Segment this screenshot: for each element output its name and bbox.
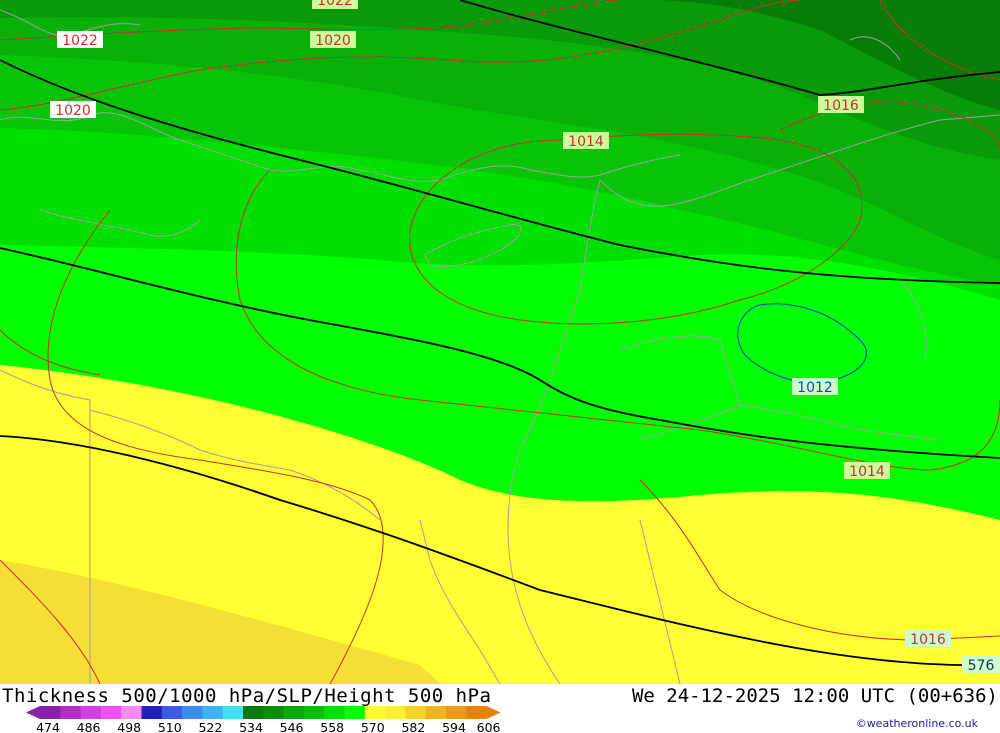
footer: Thickness 500/1000 hPa/SLP/Height 500 hP… — [0, 684, 1000, 733]
legend-tick-label: 606 — [477, 720, 501, 733]
legend-swatch — [263, 706, 285, 719]
legend-swatch — [324, 706, 345, 719]
legend-tick-label: 498 — [117, 720, 141, 733]
legend-swatch — [222, 706, 244, 719]
legend-swatch — [283, 706, 305, 719]
legend-tick-label: 582 — [401, 720, 425, 733]
isobar-label: 1016 — [910, 632, 946, 648]
legend-tick-label: 522 — [198, 720, 222, 733]
color-legend: 474 486 498 510 522 534 546 558 570 582 594 606 — [26, 706, 501, 733]
legend-swatch — [60, 706, 82, 719]
isobar-label: 1016 — [823, 98, 859, 114]
credit-link[interactable]: ©weatheronline.co.uk — [856, 717, 978, 730]
legend-tick-label: 474 — [36, 720, 60, 733]
legend-swatch — [243, 706, 264, 719]
legend-arrow-right — [486, 706, 501, 719]
legend-swatch — [466, 706, 488, 719]
legend-swatch — [40, 706, 61, 719]
legend-swatch — [344, 706, 366, 719]
isobar-label: 1014 — [568, 134, 604, 150]
legend-swatch — [405, 706, 427, 719]
legend-swatch — [425, 706, 447, 719]
legend-swatch — [141, 706, 163, 719]
legend-swatch — [121, 706, 142, 719]
isobar-label: 1022 — [62, 33, 98, 49]
legend-swatch — [182, 706, 203, 719]
legend-tick-label: 546 — [280, 720, 304, 733]
weather-map: 1022 1022 1020 1020 1014 1016 1012 1014 … — [0, 0, 1000, 684]
legend-tick-label: 594 — [442, 720, 466, 733]
legend-swatch — [364, 706, 386, 719]
legend-swatch — [446, 706, 467, 719]
legend-swatch — [161, 706, 183, 719]
legend-tick-label: 558 — [320, 720, 344, 733]
valid-time: We 24-12-2025 12:00 UTC (00+636) — [631, 685, 998, 707]
height-label: 576 — [968, 658, 995, 674]
legend-swatch — [100, 706, 122, 719]
legend-tick-label: 486 — [77, 720, 101, 733]
isobar-label: 1012 — [797, 380, 833, 396]
isobar-label: 1014 — [849, 464, 885, 480]
legend-arrow-left — [26, 706, 40, 719]
legend-swatch — [202, 706, 224, 719]
isobar-label: 1020 — [55, 103, 91, 119]
isobar-label: 1020 — [315, 33, 351, 49]
legend-tick-label: 534 — [239, 720, 263, 733]
legend-swatch — [385, 706, 406, 719]
legend-swatch — [303, 706, 325, 719]
legend-tick-label: 510 — [158, 720, 182, 733]
legend-swatch — [80, 706, 102, 719]
legend-tick-label: 570 — [361, 720, 385, 733]
isobar-label: 1022 — [317, 0, 353, 9]
